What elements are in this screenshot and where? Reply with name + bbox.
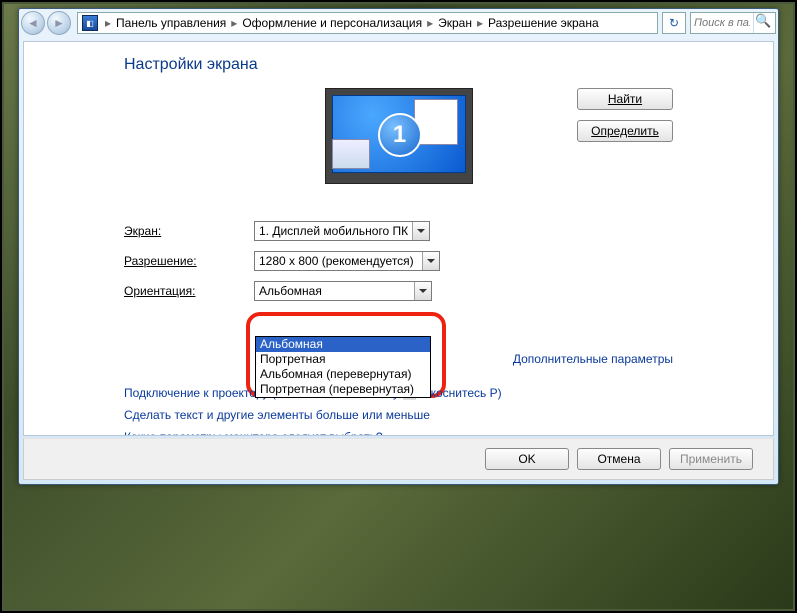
search-icon[interactable]: 🔍 <box>753 13 773 33</box>
orientation-combo[interactable]: Альбомная <box>254 281 432 301</box>
refresh-button[interactable]: ↻ <box>662 12 686 34</box>
page-title: Настройки экрана <box>124 56 673 74</box>
screen-label: Экран: <box>124 224 254 238</box>
orientation-dropdown-list[interactable]: Альбомная Портретная Альбомная (переверн… <box>255 336 431 398</box>
orientation-option[interactable]: Портретная <box>256 352 430 367</box>
toolbar: ◄ ► ◧ ▸ Панель управления ▸ Оформление и… <box>19 9 778 37</box>
orientation-option[interactable]: Альбомная (перевернутая) <box>256 367 430 382</box>
orientation-option[interactable]: Альбомная <box>256 337 430 352</box>
cancel-button[interactable]: Отмена <box>577 448 661 470</box>
search-input[interactable] <box>691 17 753 29</box>
breadcrumb-item[interactable]: Разрешение экрана <box>486 16 601 30</box>
screen-combo-value: 1. Дисплей мобильного ПК <box>255 224 412 238</box>
monitor-number-badge: 1 <box>378 113 422 157</box>
breadcrumb-item[interactable]: Экран <box>436 16 474 30</box>
forward-button[interactable]: ► <box>47 11 71 35</box>
breadcrumb-sep-icon: ▸ <box>102 16 114 30</box>
find-button[interactable]: Найти <box>577 88 673 110</box>
control-panel-window: ◄ ► ◧ ▸ Панель управления ▸ Оформление и… <box>18 8 779 485</box>
monitor-preview[interactable]: 1 <box>325 88 473 184</box>
breadcrumb-sep-icon: ▸ <box>474 16 486 30</box>
screen-combo[interactable]: 1. Дисплей мобильного ПК <box>254 221 430 241</box>
which-settings-link[interactable]: Какие параметры монитора следует выбрать… <box>124 430 383 436</box>
chevron-down-icon[interactable] <box>414 282 431 300</box>
address-bar[interactable]: ◧ ▸ Панель управления ▸ Оформление и пер… <box>77 12 658 34</box>
control-panel-icon: ◧ <box>82 15 98 31</box>
orientation-option[interactable]: Портретная (перевернутая) <box>256 382 430 397</box>
orientation-combo-value: Альбомная <box>255 284 414 298</box>
breadcrumb-sep-icon: ▸ <box>228 16 240 30</box>
chevron-down-icon[interactable] <box>412 222 429 240</box>
resolution-combo[interactable]: 1280 x 800 (рекомендуется) <box>254 251 440 271</box>
chevron-down-icon[interactable] <box>422 252 439 270</box>
breadcrumb-item[interactable]: Оформление и персонализация <box>240 16 424 30</box>
content-area: Настройки экрана 1 Найти Определить Экра… <box>23 41 774 436</box>
resolution-label: Разрешение: <box>124 254 254 268</box>
apply-button[interactable]: Применить <box>669 448 753 470</box>
footer-bar: OK Отмена Применить <box>23 438 774 480</box>
orientation-label: Ориентация: <box>124 284 254 298</box>
resolution-combo-value: 1280 x 800 (рекомендуется) <box>255 254 422 268</box>
ok-button[interactable]: OK <box>485 448 569 470</box>
detect-button[interactable]: Определить <box>577 120 673 142</box>
breadcrumb-item[interactable]: Панель управления <box>114 16 228 30</box>
advanced-settings-link[interactable]: Дополнительные параметры <box>513 352 673 366</box>
back-button[interactable]: ◄ <box>21 11 45 35</box>
text-size-link[interactable]: Сделать текст и другие элементы больше и… <box>124 408 430 422</box>
breadcrumb-sep-icon: ▸ <box>424 16 436 30</box>
search-box[interactable]: 🔍 <box>690 12 776 34</box>
